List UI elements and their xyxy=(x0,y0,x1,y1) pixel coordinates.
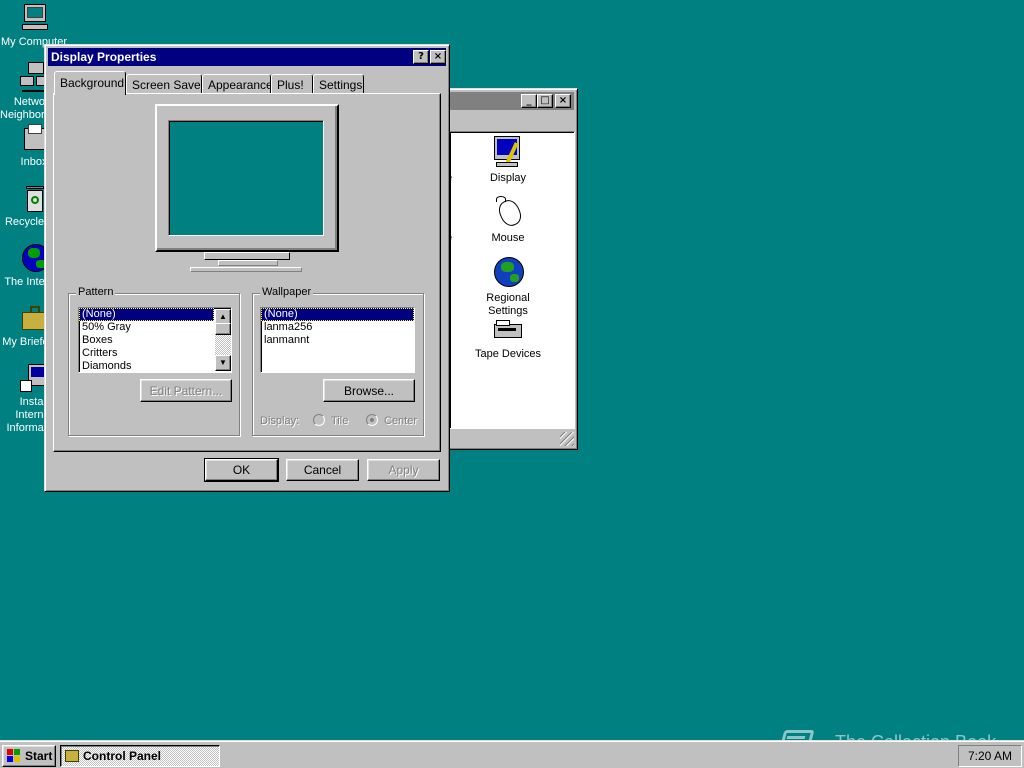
display-icon xyxy=(492,136,524,168)
taskbar-item-label: Control Panel xyxy=(83,749,162,763)
browse-button[interactable]: Browse... xyxy=(323,379,415,402)
clock[interactable]: 7:20 AM xyxy=(968,749,1012,763)
cancel-button[interactable]: Cancel xyxy=(286,459,359,481)
pattern-item[interactable]: Diamonds xyxy=(79,360,231,372)
ok-button[interactable]: OK xyxy=(204,458,279,482)
cp-item-label: Regional Settings xyxy=(486,292,530,317)
scroll-thumb[interactable] xyxy=(215,323,231,335)
center-radio[interactable] xyxy=(366,414,378,426)
mouse-icon xyxy=(492,196,525,230)
taskbar: Start Control Panel 7:20 AM xyxy=(0,740,1024,768)
folder-icon xyxy=(65,750,79,762)
pattern-item[interactable]: (None) xyxy=(79,308,214,321)
edit-pattern-button[interactable]: Edit Pattern... xyxy=(140,379,232,402)
wallpaper-item[interactable]: (None) xyxy=(261,308,414,321)
tab-settings[interactable]: Settings xyxy=(313,74,364,94)
preview-screen xyxy=(168,120,324,236)
tile-label: Tile xyxy=(331,415,349,427)
close-button[interactable]: × xyxy=(555,94,571,108)
tab-label: Screen Saver xyxy=(132,78,205,92)
cp-item-label: Display xyxy=(489,172,527,184)
window-title: Display Properties xyxy=(51,50,157,64)
pattern-item[interactable]: 50% Gray xyxy=(79,321,231,334)
taskbar-item-control-panel[interactable]: Control Panel xyxy=(60,745,220,767)
wallpaper-item[interactable]: lanmannt xyxy=(261,334,414,347)
globe-icon xyxy=(492,256,524,288)
display-label: Display: xyxy=(260,415,300,427)
tab-label: Plus! xyxy=(277,78,304,92)
tape-drive-icon xyxy=(492,320,524,344)
start-button[interactable]: Start xyxy=(2,745,56,767)
desktop-icon-my-computer[interactable]: My Computer xyxy=(0,2,68,49)
cp-item-display[interactable]: Display xyxy=(468,136,548,185)
tab-background[interactable]: Background xyxy=(54,71,126,95)
maximize-button[interactable]: □ xyxy=(537,94,553,108)
computer-icon xyxy=(18,2,50,34)
pattern-legend: Pattern xyxy=(76,286,116,298)
cp-item-regional-settings[interactable]: Regional Settings xyxy=(468,256,548,318)
tab-label: Appearance xyxy=(208,78,273,92)
tab-appearance[interactable]: Appearance xyxy=(202,74,273,94)
help-button[interactable]: ? xyxy=(413,50,429,64)
system-tray: 7:20 AM xyxy=(958,745,1022,767)
tab-label: Background xyxy=(60,76,125,90)
cp-item-mouse[interactable]: Mouse xyxy=(468,196,548,245)
cp-item-label: Mouse xyxy=(491,232,525,244)
pattern-scrollbar[interactable]: ▲ ▼ xyxy=(215,309,231,371)
start-label: Start xyxy=(25,749,53,763)
background-tab-panel: Pattern (None) 50% Gray Boxes Critters D… xyxy=(53,93,441,452)
pattern-listbox[interactable]: (None) 50% Gray Boxes Critters Diamonds … xyxy=(78,307,232,373)
tab-screen-saver[interactable]: Screen Saver xyxy=(126,74,205,94)
control-panel-content: e e Display Mouse Regional Se xyxy=(446,131,575,429)
resize-grip[interactable] xyxy=(560,432,574,446)
windows-logo-icon xyxy=(7,749,21,763)
wallpaper-legend: Wallpaper xyxy=(260,286,314,298)
scroll-down-arrow-icon[interactable]: ▼ xyxy=(215,355,231,371)
pattern-item[interactable]: Critters xyxy=(79,347,231,360)
minimize-button[interactable]: _ xyxy=(521,94,537,108)
tab-label: Settings xyxy=(319,78,363,92)
pattern-item[interactable]: Boxes xyxy=(79,334,231,347)
apply-button[interactable]: Apply xyxy=(367,459,440,481)
tile-radio[interactable] xyxy=(313,414,325,426)
cp-item-tape-devices[interactable]: Tape Devices xyxy=(468,320,548,361)
tab-plus[interactable]: Plus! xyxy=(271,74,313,94)
display-properties-titlebar[interactable]: Display Properties xyxy=(48,48,446,66)
cp-item-label: Tape Devices xyxy=(474,348,542,360)
center-label: Center xyxy=(384,415,418,427)
wallpaper-listbox[interactable]: (None) lanma256 lanmannt xyxy=(260,307,415,373)
close-button[interactable]: × xyxy=(430,50,446,64)
wallpaper-item[interactable]: lanma256 xyxy=(261,321,414,334)
